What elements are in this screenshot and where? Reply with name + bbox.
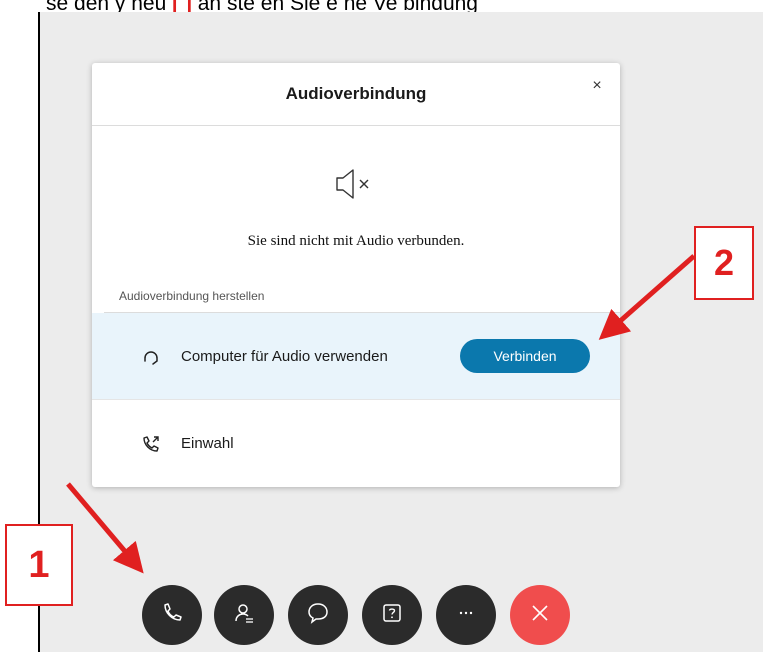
chat-button[interactable] bbox=[288, 585, 348, 645]
help-button[interactable] bbox=[362, 585, 422, 645]
chat-icon bbox=[306, 601, 330, 630]
leave-button[interactable] bbox=[510, 585, 570, 645]
leave-icon bbox=[528, 601, 552, 630]
annotation-arrows bbox=[66, 254, 696, 574]
audio-button[interactable] bbox=[142, 585, 202, 645]
callout-1: 1 bbox=[5, 524, 73, 606]
participants-button[interactable] bbox=[214, 585, 274, 645]
phone-icon bbox=[160, 601, 184, 630]
participants-icon bbox=[232, 601, 256, 630]
more-button[interactable] bbox=[436, 585, 496, 645]
help-icon bbox=[380, 601, 404, 630]
more-icon bbox=[454, 601, 478, 630]
callout-2: 2 bbox=[694, 226, 754, 300]
